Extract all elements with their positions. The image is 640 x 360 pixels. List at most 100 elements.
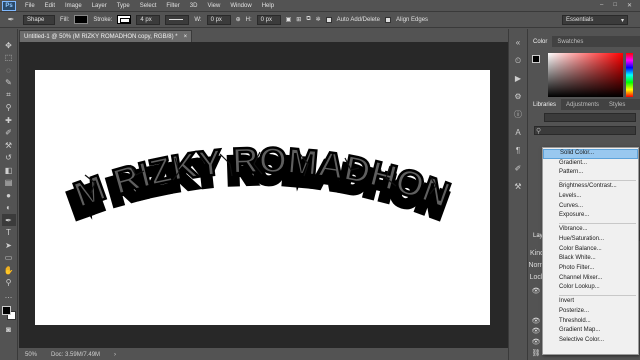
properties-icon[interactable]: ⚙	[513, 91, 524, 102]
tab-swatches[interactable]: Swatches	[552, 36, 588, 47]
menu-item-vibrance[interactable]: Vibrance...	[543, 225, 638, 235]
menu-item-channel-mixer[interactable]: Channel Mixer...	[543, 274, 638, 284]
hand-icon[interactable]: ✋	[2, 264, 16, 276]
history-icon[interactable]: ⏲	[513, 55, 524, 66]
menu-image[interactable]: Image	[60, 3, 87, 9]
lasso-icon[interactable]: ◌	[2, 64, 16, 76]
clone-stamp-icon[interactable]: ⚒	[2, 139, 16, 151]
menu-file[interactable]: File	[20, 3, 40, 9]
tab-adjustments[interactable]: Adjustments	[561, 99, 604, 110]
menu-item-photo-filter[interactable]: Photo Filter...	[543, 264, 638, 274]
menu-item-color-lookup[interactable]: Color Lookup...	[543, 283, 638, 293]
blur-icon[interactable]: ●	[2, 189, 16, 201]
paragraph-icon[interactable]: ¶	[513, 145, 524, 156]
menu-item-pattern[interactable]: Pattern...	[543, 168, 638, 178]
move-icon[interactable]: ✥	[2, 39, 16, 51]
path-arrangement-icon[interactable]: ⧉	[306, 16, 310, 23]
marquee-icon[interactable]: ⬚	[2, 52, 16, 64]
quick-select-icon[interactable]: ✎	[2, 77, 16, 89]
options-bar: ✒ Shape Fill: Stroke: 4 px W: 0 px ⊕ H: …	[0, 12, 640, 28]
stroke-width-field[interactable]: 4 px	[136, 14, 161, 25]
color-field[interactable]	[548, 53, 623, 97]
crop-icon[interactable]: ⌗	[2, 89, 16, 101]
menu-item-curves[interactable]: Curves...	[543, 202, 638, 212]
menu-item-solid-color[interactable]: Solid Color...	[543, 149, 638, 159]
path-operations-icon[interactable]: ▣	[286, 16, 292, 23]
menu-item-levels[interactable]: Levels...	[543, 192, 638, 202]
type-icon[interactable]: T	[2, 227, 16, 239]
height-field[interactable]: 0 px	[256, 14, 281, 25]
document-tab[interactable]: Untitled-1 @ 50% (M RIZKY ROMADHON copy,…	[19, 30, 193, 42]
menu-item-gradient-map[interactable]: Gradient Map...	[543, 326, 638, 336]
path-alignment-icon[interactable]: ⊞	[296, 16, 301, 23]
collapse-arrows-icon[interactable]: «	[513, 37, 524, 48]
library-select[interactable]	[544, 113, 636, 122]
menu-view[interactable]: View	[202, 3, 225, 9]
close-button[interactable]: ✕	[627, 2, 632, 9]
zoom-level[interactable]: 50%	[25, 352, 37, 358]
align-edges-checkbox[interactable]	[385, 16, 392, 23]
link-icon[interactable]: ⊕	[236, 16, 241, 23]
menu-item-posterize[interactable]: Posterize...	[543, 307, 638, 317]
info-icon[interactable]: ⓘ	[513, 109, 524, 120]
pen-icon[interactable]: ✒	[1, 214, 16, 226]
menu-layer[interactable]: Layer	[87, 3, 112, 9]
maximize-button[interactable]: □	[613, 2, 617, 9]
menu-3d[interactable]: 3D	[185, 3, 203, 9]
canvas-area[interactable]: M RIZKY ROMADHON M RIZKY ROMADHON	[19, 42, 508, 348]
eyedropper-icon[interactable]: ⚲	[2, 102, 16, 114]
chevron-right-icon[interactable]: ›	[114, 352, 116, 358]
menu-item-exposure[interactable]: Exposure...	[543, 211, 638, 221]
gradient-icon[interactable]: ▤	[2, 177, 16, 189]
tool-mode-select[interactable]: Shape	[23, 14, 55, 25]
tab-color[interactable]: Color	[528, 36, 553, 47]
eraser-icon[interactable]: ◧	[2, 164, 16, 176]
menu-help[interactable]: Help	[257, 3, 279, 9]
menu-edit[interactable]: Edit	[40, 3, 60, 9]
text-artwork[interactable]: M RIZKY ROMADHON M RIZKY ROMADHON	[35, 70, 490, 325]
edit-toolbar-icon[interactable]: …	[2, 289, 16, 301]
menu-item-selective-color[interactable]: Selective Color...	[543, 336, 638, 346]
tab-libraries[interactable]: Libraries	[528, 99, 562, 110]
menu-type[interactable]: Type	[112, 3, 135, 9]
document-canvas[interactable]: M RIZKY ROMADHON M RIZKY ROMADHON	[35, 70, 490, 325]
history-brush-icon[interactable]: ↺	[2, 152, 16, 164]
menu-item-black-white[interactable]: Black White...	[543, 254, 638, 264]
quick-mask-icon[interactable]: ◙	[2, 324, 16, 336]
menu-item-brightness-contrast[interactable]: Brightness/Contrast...	[543, 182, 638, 192]
menu-select[interactable]: Select	[135, 3, 162, 9]
path-select-icon[interactable]: ➤	[2, 239, 16, 251]
width-field[interactable]: 0 px	[206, 14, 231, 25]
menu-item-gradient[interactable]: Gradient...	[543, 159, 638, 169]
minimize-button[interactable]: –	[600, 2, 603, 9]
brush-presets-icon[interactable]: ✐	[513, 163, 524, 174]
menu-item-invert[interactable]: Invert	[543, 297, 638, 307]
tab-styles[interactable]: Styles	[604, 99, 630, 110]
pen-tool-preset-icon[interactable]: ✒	[4, 13, 18, 25]
auto-add-delete-checkbox[interactable]	[325, 16, 332, 23]
workspace-select[interactable]: Essentials ▾	[562, 15, 628, 25]
healing-icon[interactable]: ✚	[2, 114, 16, 126]
current-color-swatch[interactable]	[532, 55, 540, 63]
actions-icon[interactable]: ▶	[513, 73, 524, 84]
library-search-input[interactable]: ⚲	[534, 126, 636, 135]
hue-slider[interactable]	[626, 53, 633, 97]
clone-source-icon[interactable]: ⚒	[513, 181, 524, 192]
stroke-swatch[interactable]	[117, 15, 132, 24]
zoom-icon[interactable]: ⚲	[2, 277, 16, 289]
color-swatches[interactable]	[1, 305, 16, 320]
gear-icon[interactable]: ✲	[316, 16, 321, 23]
menu-window[interactable]: Window	[225, 3, 256, 9]
menu-filter[interactable]: Filter	[161, 3, 184, 9]
menu-item-hue-saturation[interactable]: Hue/Saturation...	[543, 235, 638, 245]
close-tab-icon[interactable]: ×	[184, 34, 188, 40]
dodge-icon[interactable]: ◐	[2, 202, 16, 214]
foreground-color[interactable]	[1, 305, 11, 315]
fill-swatch[interactable]	[74, 15, 89, 24]
menu-item-threshold[interactable]: Threshold...	[543, 317, 638, 327]
stroke-type-select[interactable]	[165, 14, 190, 25]
character-icon[interactable]: A	[513, 127, 524, 138]
brush-icon[interactable]: ✐	[2, 127, 16, 139]
menu-item-color-balance[interactable]: Color Balance...	[543, 245, 638, 255]
rectangle-icon[interactable]: ▭	[2, 252, 16, 264]
